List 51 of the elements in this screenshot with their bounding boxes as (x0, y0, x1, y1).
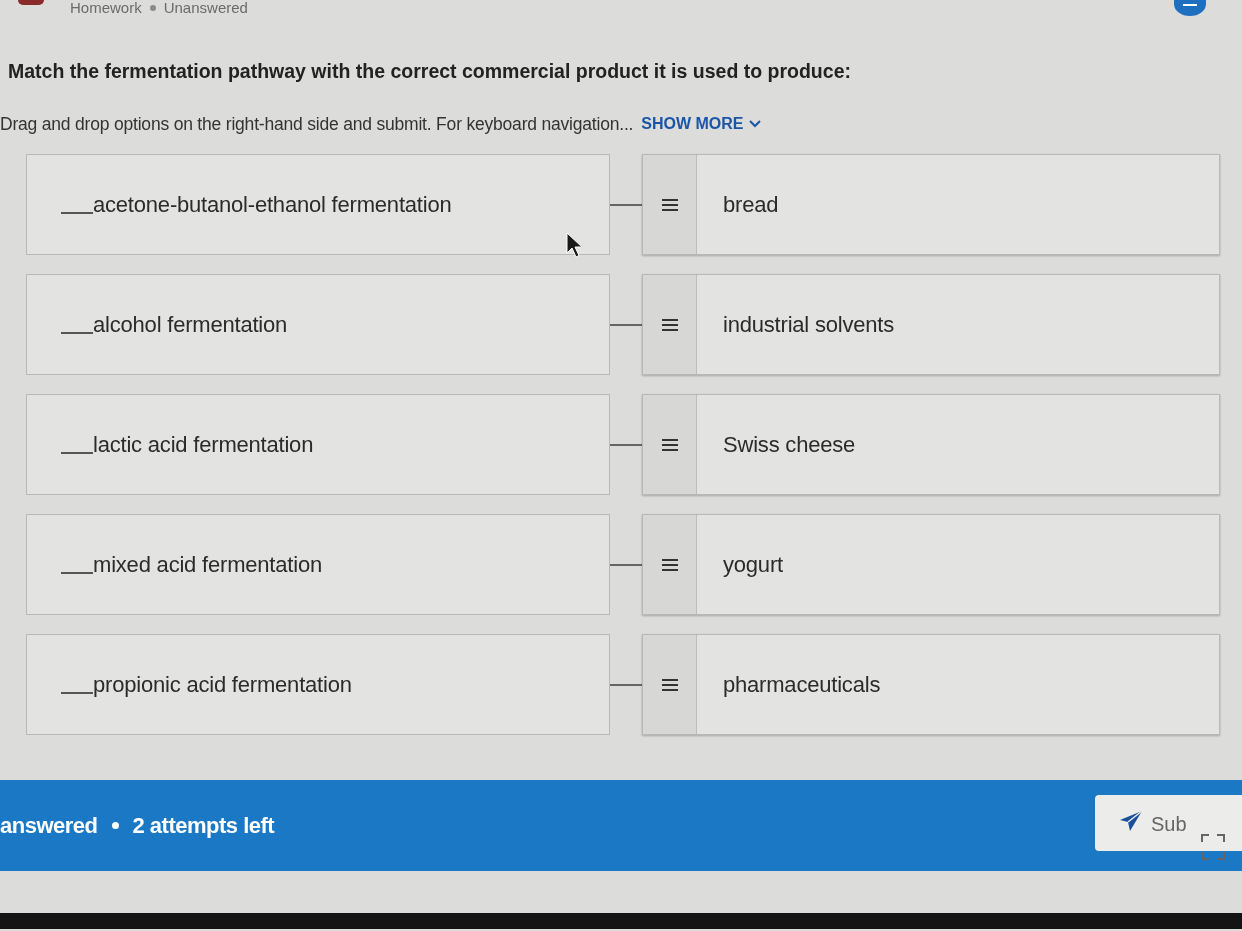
fill-in-line[interactable] (61, 331, 93, 334)
connector-line (610, 323, 642, 326)
connector-line (610, 563, 642, 566)
round-button-icon (1174, 0, 1206, 16)
connector-line (610, 203, 642, 206)
drag-handle-icon (661, 198, 678, 211)
connector-line (610, 443, 642, 446)
fill-in-line[interactable] (61, 571, 93, 574)
term-text: propionic acid fermentation (93, 671, 352, 699)
drag-handle[interactable] (643, 635, 697, 734)
term-text: mixed acid fermentation (93, 551, 322, 579)
term-text: acetone-butanol-ethanol fermentation (93, 191, 452, 219)
drag-handle-icon (661, 678, 678, 691)
option-text: industrial solvents (723, 311, 895, 339)
option-text: bread (723, 191, 779, 219)
instructions-text: Drag and drop options on the right-hand side and submit. For keyboard navigation... (0, 112, 634, 136)
option-card[interactable]: industrial solvents (642, 274, 1220, 375)
option-text: yogurt (723, 551, 783, 579)
fill-in-line[interactable] (61, 691, 93, 694)
option-text: Swiss cheese (723, 431, 856, 459)
submit-button[interactable]: Sub (1095, 795, 1242, 851)
status-text: answered (0, 812, 98, 840)
drag-handle-icon (661, 438, 678, 451)
drag-handle[interactable] (643, 395, 697, 494)
chevron-down-icon (749, 120, 762, 128)
dot-icon (111, 822, 119, 829)
option-card[interactable]: bread (642, 154, 1220, 255)
expand-icon[interactable] (1201, 834, 1225, 860)
separator-dot-icon (149, 5, 156, 11)
attempts-text: 2 attempts left (132, 812, 275, 840)
drag-handle-icon (661, 558, 678, 571)
drag-handle[interactable] (643, 275, 697, 374)
connector-line (610, 683, 642, 686)
drag-handle-icon (661, 318, 678, 331)
question-text: Match the fermentation pathway with the correct commercial product it is used to produce: (7, 59, 852, 84)
drag-handle[interactable] (643, 155, 697, 254)
option-card[interactable]: Swiss cheese (642, 394, 1220, 495)
option-text: pharmaceuticals (723, 671, 881, 699)
fill-in-line[interactable] (61, 451, 93, 454)
send-icon (1119, 810, 1143, 832)
term-text: alcohol fermentation (93, 311, 288, 339)
breadcrumb-item[interactable]: Unanswered (163, 0, 248, 16)
show-more-link[interactable]: SHOW MORE (641, 112, 762, 136)
drag-handle[interactable] (643, 515, 697, 614)
option-card[interactable]: yogurt (642, 514, 1220, 615)
breadcrumb-item[interactable]: Homework (70, 0, 142, 16)
fill-in-line[interactable] (61, 211, 93, 214)
option-card[interactable]: pharmaceuticals (642, 634, 1220, 735)
cursor-icon (566, 232, 583, 258)
tab-corner-icon (18, 0, 44, 5)
term-text: lactic acid fermentation (93, 431, 314, 459)
